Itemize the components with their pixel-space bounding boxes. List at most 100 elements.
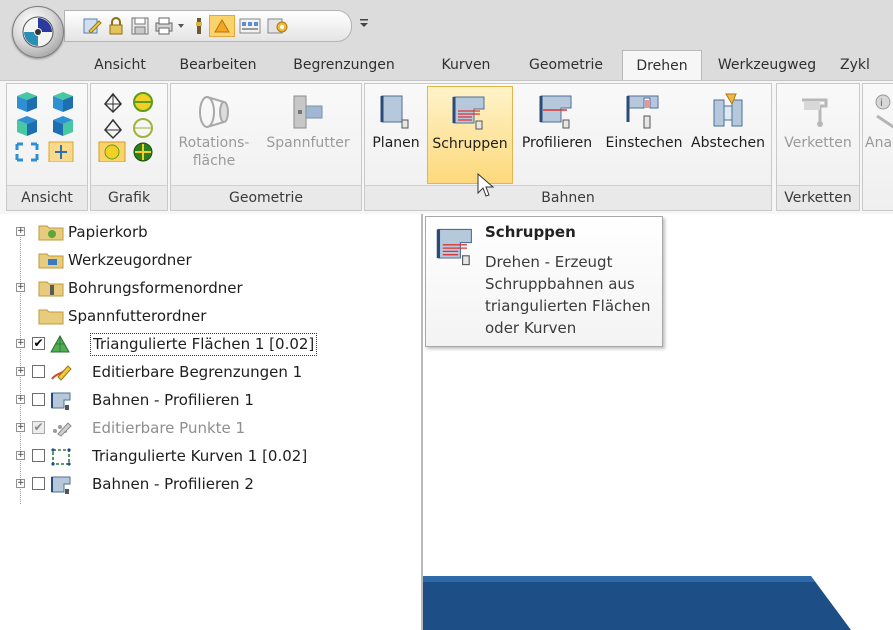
application-window: Ansicht Bearbeiten Begrenzungen Kurven G…: [0, 0, 893, 630]
tab-kurven[interactable]: Kurven: [426, 50, 506, 80]
spannfutter-button[interactable]: Spannfutter: [257, 86, 359, 184]
editable-boundary-icon: [51, 365, 72, 381]
group-verketten: Verketten Verketten: [776, 83, 860, 211]
einstechen-button[interactable]: Einstechen: [601, 86, 687, 184]
tree-item-bohrungsformenordner[interactable]: + Bohrungsformenordner: [0, 276, 420, 300]
expand-icon[interactable]: +: [16, 283, 25, 292]
abstechen-button[interactable]: Abstechen: [687, 86, 769, 184]
parting-icon: [713, 93, 743, 127]
tree-item-werkzeugordner[interactable]: Werkzeugordner: [0, 248, 420, 272]
expand-icon[interactable]: +: [16, 395, 25, 404]
group-label-geometrie: Geometrie: [171, 185, 361, 210]
tree-item-label: Bohrungsformenordner: [68, 279, 243, 297]
tab-drehen[interactable]: Drehen: [622, 50, 702, 81]
tree-item-spannfutterordner[interactable]: Spannfutterordner: [0, 304, 420, 328]
tool-folder-icon: [38, 253, 64, 269]
triangulated-curves-icon: [51, 448, 71, 466]
tooltip-line: Drehen - Erzeugt: [485, 253, 613, 271]
profilieren-label: Profilieren: [521, 135, 593, 151]
expand-icon[interactable]: +: [16, 423, 25, 432]
verketten-button[interactable]: Verketten: [779, 86, 857, 184]
tab-geometrie[interactable]: Geometrie: [514, 50, 618, 80]
dropdown-icon[interactable]: [175, 15, 187, 37]
planen-button[interactable]: Planen: [367, 86, 425, 184]
visibility-checkbox[interactable]: [32, 477, 45, 490]
expand-icon[interactable]: +: [16, 339, 25, 348]
tab-bearbeiten[interactable]: Bearbeiten: [166, 50, 270, 80]
chuck-icon: [293, 95, 323, 129]
expand-icon[interactable]: +: [16, 367, 25, 376]
customize-icon[interactable]: [358, 14, 370, 27]
tree-item-papierkorb[interactable]: + Papierkorb: [0, 220, 420, 244]
tree-item-editierbare-punkte[interactable]: + ✔ Editierbare Punkte 1: [0, 416, 420, 440]
tree-item-triangulierte-flaechen[interactable]: + ✔ Triangulierte Flächen 1 [0.02]: [0, 332, 420, 356]
schruppen-button[interactable]: Schruppen: [427, 86, 513, 184]
tree-item-label: Papierkorb: [68, 223, 148, 241]
visibility-checkbox[interactable]: ✔: [32, 421, 45, 434]
chain-icon: [802, 98, 828, 127]
profilieren-button[interactable]: Profilieren: [515, 86, 599, 184]
tree-item-label: Editierbare Begrenzungen 1: [92, 363, 303, 381]
tree-item-bahnen-profilieren-1[interactable]: + Bahnen - Profilieren 1: [0, 388, 420, 412]
visibility-checkbox[interactable]: [32, 365, 45, 378]
tree-item-bahnen-profilieren-2[interactable]: + Bahnen - Profilieren 2: [0, 472, 420, 496]
roughing-icon: [452, 96, 485, 130]
recycle-bin-icon: [38, 225, 64, 241]
tab-ansicht[interactable]: Ansicht: [80, 50, 160, 80]
tree-item-label: Bahnen - Profilieren 1: [92, 391, 254, 409]
visibility-checkbox[interactable]: ✔: [32, 337, 45, 350]
einstechen-label: Einstechen: [605, 135, 683, 151]
tab-zyklen[interactable]: Zykl: [840, 50, 893, 80]
tree-item-editierbare-begrenzungen[interactable]: + Editierbare Begrenzungen 1: [0, 360, 420, 384]
toolpath-icon: [51, 392, 71, 410]
expand-icon[interactable]: +: [16, 227, 25, 236]
tree-item-triangulierte-kurven[interactable]: + Triangulierte Kurven 1 [0.02]: [0, 444, 420, 468]
planen-label: Planen: [372, 135, 420, 151]
tab-werkzeugweg[interactable]: Werkzeugweg: [702, 50, 832, 80]
profiling-icon: [539, 95, 572, 129]
group-label-bahnen: Bahnen: [365, 185, 771, 210]
group-label-verketten: Verketten: [777, 185, 859, 210]
grooving-icon: [626, 95, 659, 129]
toolbar-icon[interactable]: [237, 15, 263, 37]
tooltip-schruppen: Schruppen Drehen - Erzeugt Schruppbahnen…: [425, 216, 663, 347]
visibility-checkbox[interactable]: [32, 393, 45, 406]
editable-points-icon: [53, 422, 72, 437]
analyse-button[interactable]: i Ana: [865, 86, 893, 184]
folder-icon: [38, 309, 64, 325]
app-orb-icon[interactable]: [12, 6, 64, 58]
gear-icon[interactable]: [265, 15, 291, 37]
roughing-icon: [436, 228, 472, 266]
settings-icon[interactable]: [191, 15, 207, 37]
save-icon[interactable]: [129, 15, 151, 37]
rotation-surface-icon: [199, 96, 229, 128]
graphics-icons[interactable]: [97, 90, 163, 162]
group-ansicht: Ansicht: [6, 83, 88, 211]
verketten-label: Verketten: [784, 135, 852, 151]
visibility-checkbox[interactable]: [32, 449, 45, 462]
tab-begrenzungen[interactable]: Begrenzungen: [278, 50, 410, 80]
lock-icon[interactable]: [105, 15, 127, 37]
expand-icon[interactable]: +: [16, 451, 25, 460]
expand-icon[interactable]: +: [16, 479, 25, 488]
spannfutter-label: Spannfutter: [266, 135, 350, 151]
quick-access-strip: [64, 10, 352, 42]
edit-icon[interactable]: [81, 15, 103, 37]
tree-item-label: Spannfutterordner: [68, 307, 207, 325]
group-grafik: Grafik: [90, 83, 168, 211]
quick-access-toolbar: [0, 0, 893, 58]
view-cubes-icon[interactable]: [13, 90, 83, 162]
group-bahnen: Planen Schruppen Profilieren Einstechen …: [364, 83, 772, 211]
tree-item-label: Triangulierte Kurven 1 [0.02]: [92, 447, 308, 465]
print-icon[interactable]: [153, 15, 175, 37]
abstechen-label: Abstechen: [691, 135, 765, 151]
tree-item-label: Triangulierte Flächen 1 [0.02]: [90, 333, 318, 356]
ribbon: Ansicht Grafik Rotations- fläche Spannfu…: [0, 80, 893, 214]
toolpath-icon: [51, 476, 71, 494]
svg-text:i: i: [880, 98, 883, 109]
group-label-grafik: Grafik: [91, 185, 167, 210]
info-icon: i: [875, 94, 893, 129]
lathe-icon[interactable]: [209, 15, 235, 37]
tree-item-label: Editierbare Punkte 1: [92, 419, 246, 437]
rotationsflaeche-button[interactable]: Rotations- fläche: [173, 86, 255, 184]
